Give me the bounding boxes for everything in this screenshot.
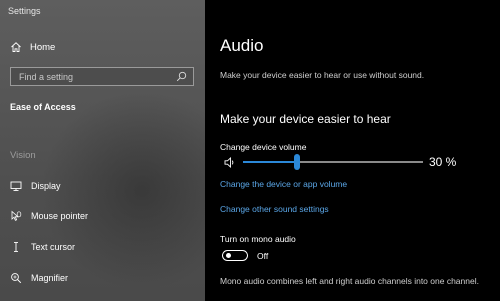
app-volume-link[interactable]: Change the device or app volume	[220, 179, 347, 189]
settings-window: Settings Home Ease of Access Vision Disp…	[0, 0, 500, 301]
sidebar-item-label: Display	[31, 181, 61, 191]
volume-slider-thumb[interactable]	[294, 154, 300, 170]
volume-label: Change device volume	[220, 142, 307, 152]
section-title: Make your device easier to hear	[220, 112, 391, 126]
sidebar: Settings Home Ease of Access Vision Disp…	[0, 0, 205, 301]
sidebar-item-label: Mouse pointer	[31, 211, 89, 221]
volume-slider-fill	[243, 161, 297, 163]
main-content: Audio Make your device easier to hear or…	[205, 0, 500, 301]
search-input[interactable]	[11, 68, 179, 85]
home-nav-item[interactable]: Home	[10, 40, 55, 54]
sidebar-item-text-cursor[interactable]: Text cursor	[10, 240, 75, 254]
monitor-icon	[10, 181, 22, 191]
search-box	[10, 67, 194, 86]
magnifier-icon	[11, 273, 22, 284]
mono-audio-state: Off	[257, 251, 269, 261]
group-label-vision: Vision	[10, 150, 36, 161]
page-subtitle: Make your device easier to hear or use w…	[220, 70, 425, 80]
home-label: Home	[30, 41, 56, 53]
sidebar-item-label: Text cursor	[31, 242, 76, 252]
home-icon	[11, 42, 21, 52]
window-title: Settings	[8, 6, 41, 16]
sidebar-item-magnifier[interactable]: Magnifier	[10, 271, 68, 285]
text-cursor-icon	[14, 242, 18, 252]
volume-value: 30 %	[429, 155, 457, 169]
speaker-icon	[224, 157, 234, 168]
mono-audio-toggle[interactable]	[222, 250, 248, 261]
sidebar-item-display[interactable]: Display	[10, 179, 61, 193]
volume-slider[interactable]	[243, 154, 423, 170]
page-title: Audio	[220, 36, 264, 55]
mouse-pointer-icon	[11, 210, 22, 221]
search-icon[interactable]	[176, 71, 187, 82]
sound-settings-link[interactable]: Change other sound settings	[220, 204, 329, 214]
sidebar-item-label: Magnifier	[31, 273, 69, 283]
mono-audio-description: Mono audio combines left and right audio…	[220, 276, 479, 286]
sidebar-item-mouse-pointer[interactable]: Mouse pointer	[10, 209, 88, 223]
mono-audio-label: Turn on mono audio	[220, 234, 296, 244]
toggle-knob	[226, 253, 231, 258]
category-heading: Ease of Access	[10, 102, 76, 112]
